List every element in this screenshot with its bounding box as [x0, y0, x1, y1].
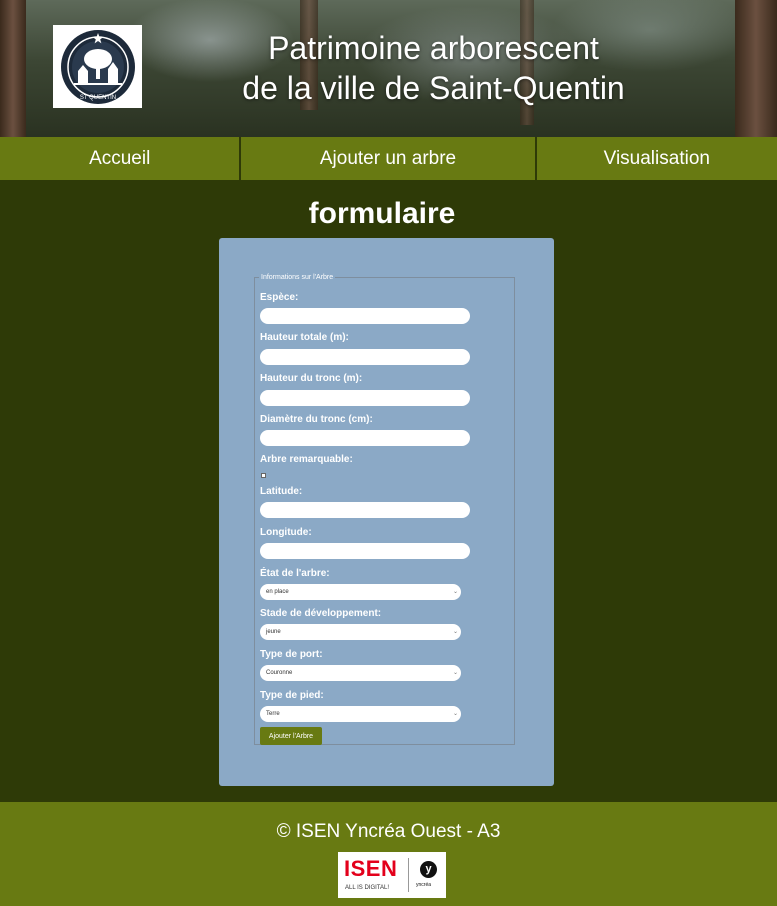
main-nav: Accueil Ajouter un arbre Visualisation: [0, 137, 777, 180]
label-hauteur-tronc: Hauteur du tronc (m):: [260, 373, 363, 384]
hauteur-totale-input[interactable]: [260, 349, 470, 365]
hauteur-tronc-input[interactable]: [260, 390, 470, 406]
add-tree-button[interactable]: Ajouter l'Arbre: [260, 727, 322, 745]
footer: © ISEN Yncréa Ouest - A3 ISEN ALL IS DIG…: [0, 802, 777, 906]
isen-logo-tagline: ALL IS DIGITAL!: [345, 885, 390, 891]
arbre-remarquable-checkbox[interactable]: [261, 473, 266, 478]
label-type-port: Type de port:: [260, 649, 323, 660]
fieldset-legend: Informations sur l'Arbre: [261, 274, 334, 281]
type-port-select[interactable]: Couronne ⌄: [260, 665, 461, 681]
nav-item-visualisation[interactable]: Visualisation: [534, 137, 777, 180]
latitude-input[interactable]: [260, 502, 470, 518]
tree-trunk-decoration: [0, 0, 26, 137]
stade-developpement-select[interactable]: jeune ⌄: [260, 624, 461, 640]
logo-divider: [408, 858, 409, 892]
site-title: Patrimoine arborescent de la ville de Sa…: [195, 28, 672, 108]
nav-item-accueil[interactable]: Accueil: [0, 137, 239, 180]
label-longitude: Longitude:: [260, 527, 312, 538]
label-espece: Espèce:: [260, 292, 299, 303]
type-pied-value: Terre: [266, 711, 280, 717]
label-diametre-tronc: Diamètre du tronc (cm):: [260, 414, 373, 425]
label-latitude: Latitude:: [260, 486, 303, 497]
tree-emblem-icon: ST QUENTIN: [60, 29, 135, 104]
label-type-pied: Type de pied:: [260, 690, 324, 701]
header-banner: ST QUENTIN Patrimoine arborescent de la …: [0, 0, 777, 137]
type-pied-select[interactable]: Terre ⌄: [260, 706, 461, 722]
label-arbre-remarquable: Arbre remarquable:: [260, 454, 353, 465]
type-port-value: Couronne: [266, 670, 293, 676]
diametre-tronc-input[interactable]: [260, 430, 470, 446]
form-card: Informations sur l'Arbre Espèce: Hauteur…: [219, 238, 554, 786]
longitude-input[interactable]: [260, 543, 470, 559]
city-logo[interactable]: ST QUENTIN: [53, 25, 142, 108]
yncrea-word: yncréa: [416, 882, 432, 888]
stade-developpement-value: jeune: [266, 629, 281, 635]
chevron-down-icon: ⌄: [452, 711, 458, 717]
page-title: formulaire: [308, 197, 456, 230]
etat-arbre-select[interactable]: en place ⌄: [260, 584, 461, 600]
yncrea-icon: y: [420, 861, 437, 878]
chevron-down-icon: ⌄: [452, 629, 458, 635]
copyright-text: © ISEN Yncréa Ouest - A3: [276, 821, 501, 842]
site-title-line1: Patrimoine arborescent: [268, 30, 599, 66]
logo-text: ST QUENTIN: [79, 95, 115, 101]
site-title-line2: de la ville de Saint-Quentin: [242, 70, 625, 106]
etat-arbre-value: en place: [266, 589, 289, 595]
nav-item-ajouter-arbre[interactable]: Ajouter un arbre: [239, 137, 534, 180]
label-stade-developpement: Stade de développement:: [260, 608, 382, 619]
tree-trunk-decoration: [735, 0, 777, 137]
chevron-down-icon: ⌄: [452, 589, 458, 595]
isen-logo[interactable]: ISEN ALL IS DIGITAL! y yncréa: [338, 852, 446, 898]
chevron-down-icon: ⌄: [452, 670, 458, 676]
label-etat-arbre: État de l'arbre:: [260, 568, 330, 579]
espece-input[interactable]: [260, 308, 470, 324]
isen-logo-word: ISEN: [344, 856, 398, 881]
label-hauteur-totale: Hauteur totale (m):: [260, 332, 349, 343]
